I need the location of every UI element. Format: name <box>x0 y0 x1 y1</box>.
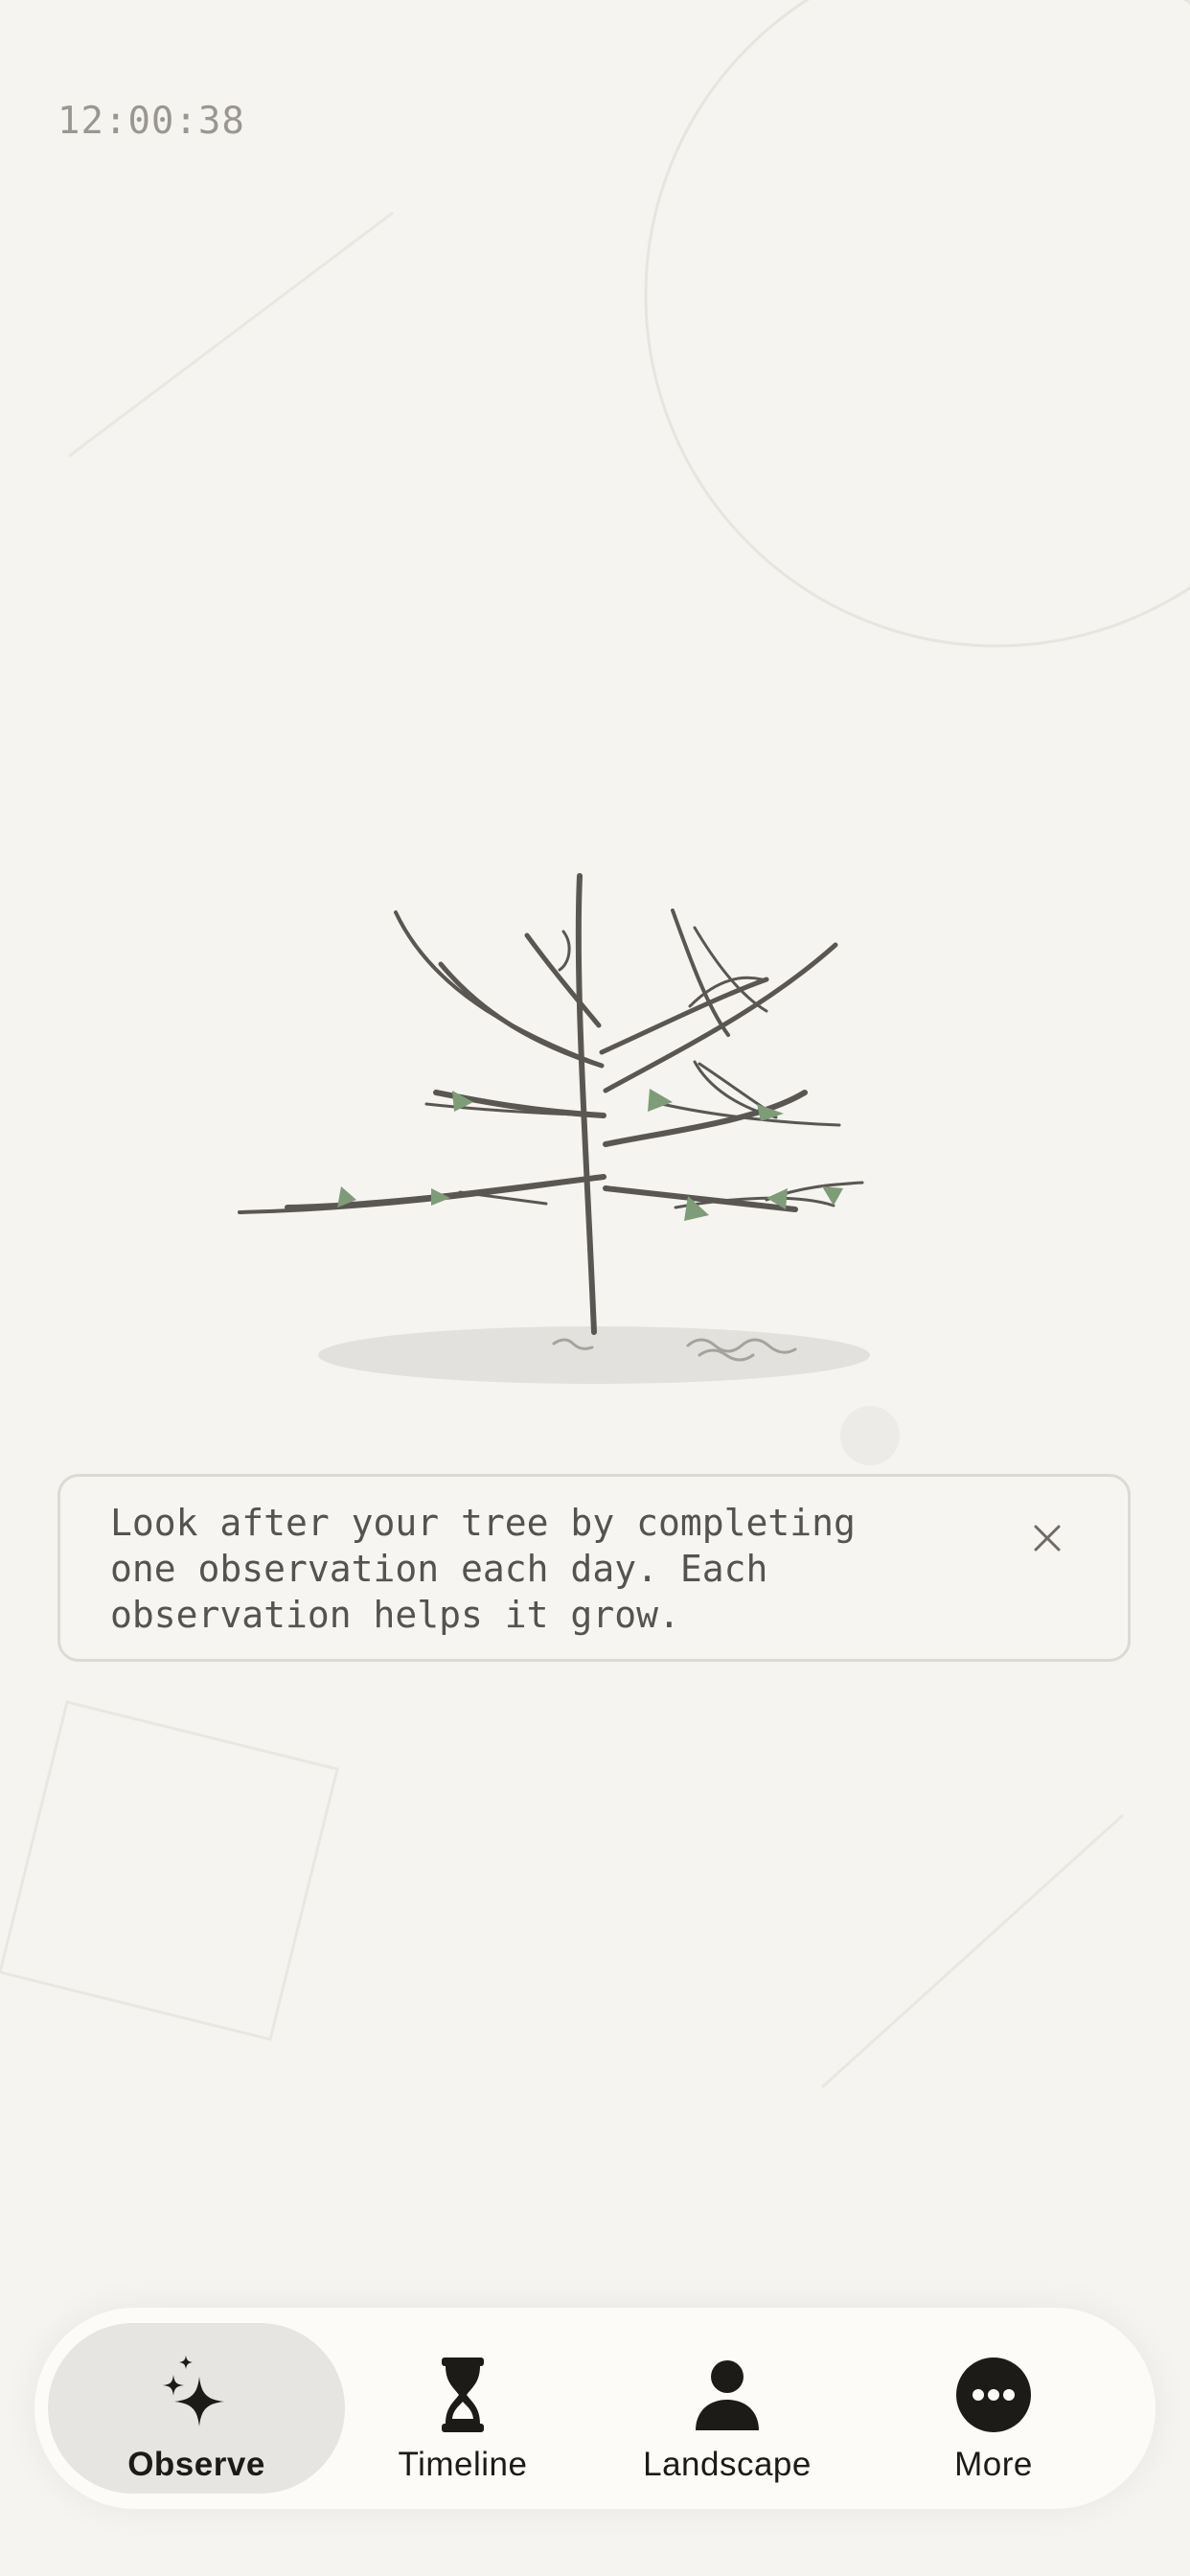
tree-shadow <box>318 1326 870 1384</box>
ellipsis-circle-icon <box>956 2358 1031 2432</box>
tab-landscape[interactable]: Landscape <box>579 2323 876 2494</box>
onboarding-message: Look after your tree by completing one o… <box>110 1502 856 1636</box>
tab-more-label: More <box>954 2446 1033 2483</box>
tab-more[interactable]: More <box>845 2323 1142 2494</box>
tab-observe-label: Observe <box>127 2446 265 2483</box>
tree-illustration <box>238 873 870 1384</box>
close-icon <box>1034 1525 1061 1552</box>
tab-timeline[interactable]: Timeline <box>314 2323 611 2494</box>
person-icon <box>696 2360 759 2430</box>
clock: 12:00:38 <box>57 100 245 143</box>
tab-landscape-label: Landscape <box>643 2446 812 2483</box>
onboarding-card: Look after your tree by completing one o… <box>57 1474 1131 1662</box>
tab-timeline-label: Timeline <box>398 2446 528 2483</box>
observe-screen: 12:00:38 Look after your tree by complet… <box>0 0 1190 2576</box>
hourglass-icon <box>442 2358 484 2432</box>
tab-observe[interactable]: Observe <box>48 2323 345 2494</box>
close-button[interactable] <box>1024 1515 1070 1561</box>
tree-branches <box>238 873 864 1335</box>
tab-bar: Observe Timeline Landscape More <box>34 2308 1156 2509</box>
sparkles-icon <box>163 2356 224 2426</box>
